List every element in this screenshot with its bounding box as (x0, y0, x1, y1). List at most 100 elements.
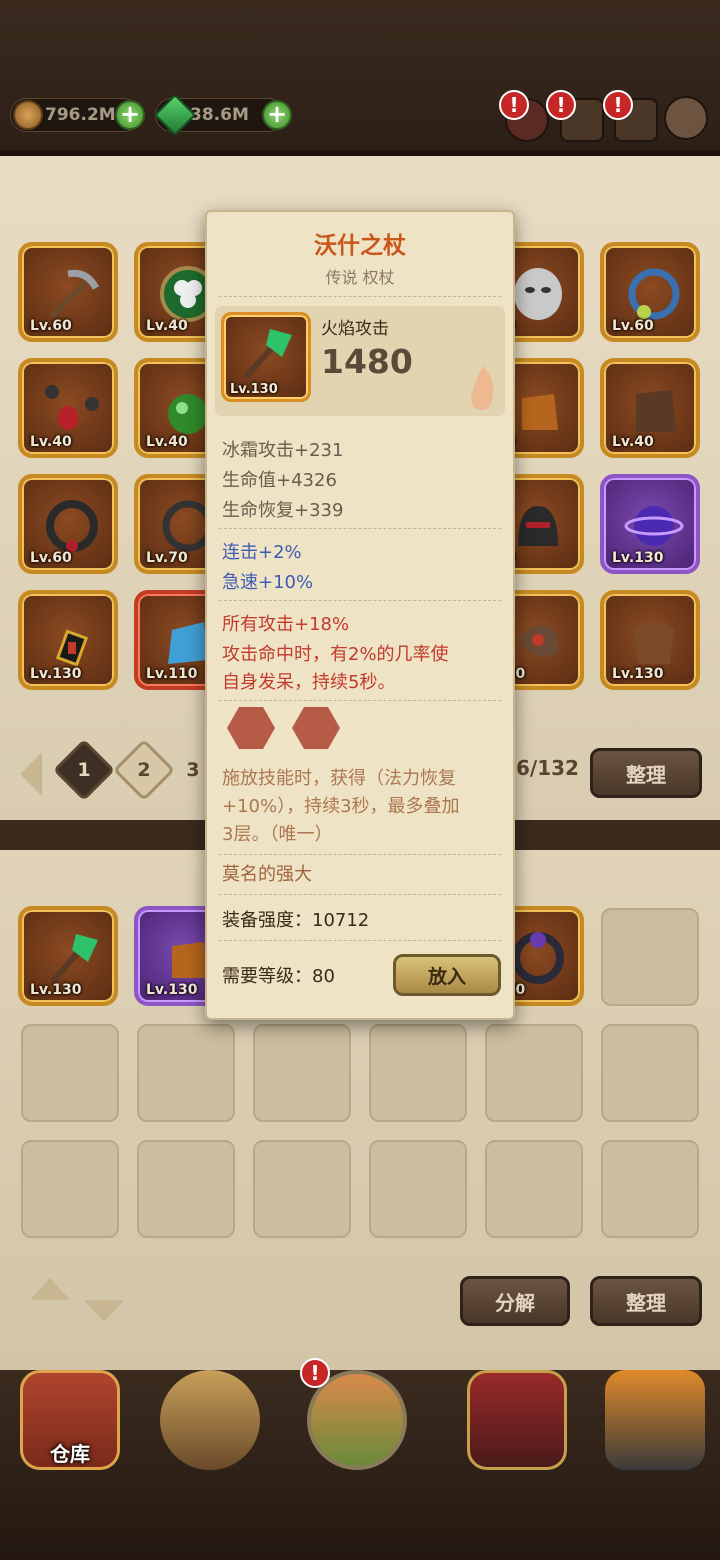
item-level: Lv.60 (30, 318, 72, 334)
level-row: 需要等级：80 (222, 962, 335, 988)
power-value: 10712 (312, 910, 370, 931)
prev-page-arrow-icon[interactable] (20, 752, 42, 796)
pickaxe-icon (49, 269, 100, 319)
forge-icon (605, 1370, 705, 1470)
main-stat-label: 火焰攻击 (321, 319, 389, 339)
legend-stat-line: 自身发呆，持续5秒。 (222, 672, 396, 693)
item-level: Lv.130 (612, 550, 664, 566)
item-level: Lv.60 (30, 550, 72, 566)
gold-value: 796.2M (45, 105, 116, 125)
nav-warehouse[interactable]: 仓库 (5, 1360, 135, 1490)
decompose-button[interactable]: 分解 (460, 1276, 570, 1326)
alert-badge: ! (603, 90, 633, 120)
item-level: Lv.40 (30, 434, 72, 450)
divider (219, 854, 501, 855)
divider (219, 940, 501, 941)
helmet-icon (518, 506, 558, 546)
empty-slot[interactable] (369, 1024, 467, 1122)
item-level: Lv.40 (146, 318, 188, 334)
item-level: Lv.40 (146, 434, 188, 450)
page-number: 1 (77, 759, 91, 781)
gear-icon[interactable] (664, 96, 708, 140)
scroll-down-arrow-icon[interactable] (84, 1300, 124, 1322)
equipment-slot[interactable]: Lv.40 (18, 358, 118, 458)
nav-tavern[interactable] (145, 1360, 275, 1490)
coin-icon (13, 100, 43, 130)
scroll-up-arrow-icon[interactable] (30, 1278, 70, 1300)
item-tooltip: 沃什之杖 传说 权杖 Lv.130 火焰攻击 1480 冰霜攻击+231 生命值… (205, 210, 515, 1020)
divider (219, 296, 501, 297)
item-count: 6/132 (516, 756, 579, 780)
equipment-slot[interactable]: Lv.60 (18, 242, 118, 342)
item-level: Lv.40 (612, 434, 654, 450)
black-ring-icon (46, 500, 98, 552)
item-level: Lv.130 (146, 982, 198, 998)
empty-slot[interactable] (253, 1024, 351, 1122)
armor-icon (634, 622, 674, 664)
empty-slot[interactable] (485, 1024, 583, 1122)
top-bar (0, 0, 720, 160)
page-number[interactable]: 3 (178, 748, 208, 792)
divider (219, 528, 501, 529)
equipment-slot[interactable]: Lv.130 (600, 474, 700, 574)
skill-line: +10%），持续3秒，最多叠加 (222, 796, 460, 817)
empty-slot[interactable] (137, 1024, 235, 1122)
equipment-slot[interactable]: Lv.130 (600, 590, 700, 690)
equipment-slot[interactable]: Lv.60 (600, 242, 700, 342)
sort-button[interactable]: 整理 (590, 748, 702, 798)
divider (219, 894, 501, 895)
legend-stat-line: 攻击命中时，有2%的几率使 (222, 644, 449, 665)
empty-gem-socket[interactable] (227, 707, 275, 749)
empty-slot[interactable] (21, 1140, 119, 1238)
main-stat-box: Lv.130 火焰攻击 1480 (215, 306, 505, 416)
add-gem-button[interactable]: + (262, 100, 292, 130)
glove-icon (522, 394, 558, 430)
empty-slot[interactable] (601, 1140, 699, 1238)
beer-mug-icon (160, 1370, 260, 1470)
skill-line: 3层。（唯一） (222, 824, 333, 845)
item-icon: Lv.130 (221, 312, 311, 402)
item-level: Lv.70 (146, 550, 188, 566)
bonus-stat-line: 连击+2% (222, 542, 302, 563)
alert-badge: ! (300, 1358, 330, 1388)
empty-slot[interactable] (601, 1024, 699, 1122)
flavor-text: 莫名的强大 (222, 864, 312, 885)
nav-forge[interactable] (590, 1360, 720, 1490)
item-type: 传说 权杖 (325, 268, 395, 287)
staff-icon (243, 329, 292, 379)
empty-slot[interactable] (21, 1024, 119, 1122)
empty-slot[interactable] (253, 1140, 351, 1238)
inventory-slot[interactable]: Lv.130 (18, 906, 118, 1006)
empty-gem-socket[interactable] (292, 707, 340, 749)
empty-slot[interactable] (485, 1140, 583, 1238)
item-level: Lv.130 (612, 666, 664, 682)
necklace-icon (45, 385, 99, 430)
empty-slot[interactable] (369, 1140, 467, 1238)
equip-button[interactable]: 放入 (393, 954, 501, 996)
level-label: 需要等级： (222, 966, 312, 987)
item-level: Lv.60 (612, 318, 654, 334)
sort-inventory-button[interactable]: 整理 (590, 1276, 702, 1326)
empty-slot[interactable] (601, 908, 699, 1006)
alert-badge: ! (546, 90, 576, 120)
item-level: Lv.130 (30, 666, 82, 682)
item-name: 沃什之杖 (314, 233, 406, 259)
level-value: 80 (312, 966, 335, 987)
ring-icon (628, 268, 680, 320)
skill-line: 施放技能时，获得（法力恢复 (222, 768, 456, 789)
stat-line: 生命值+4326 (222, 470, 337, 491)
nav-warehouse-label: 仓库 (50, 1442, 90, 1466)
pendant-icon (55, 629, 89, 667)
empty-slot[interactable] (137, 1140, 235, 1238)
stat-line: 冰霜攻击+231 (222, 440, 344, 461)
divider (219, 600, 501, 601)
equipment-slot[interactable]: Lv.60 (18, 474, 118, 574)
mask-icon (514, 268, 562, 320)
add-gold-button[interactable]: + (115, 100, 145, 130)
legend-stat-line: 所有攻击+18% (222, 614, 350, 635)
nav-hero[interactable] (452, 1360, 582, 1490)
equipment-slot[interactable]: Lv.130 (18, 590, 118, 690)
equipment-slot[interactable]: Lv.40 (600, 358, 700, 458)
gauntlet-icon (636, 390, 676, 432)
plague-mask-icon (518, 625, 559, 658)
